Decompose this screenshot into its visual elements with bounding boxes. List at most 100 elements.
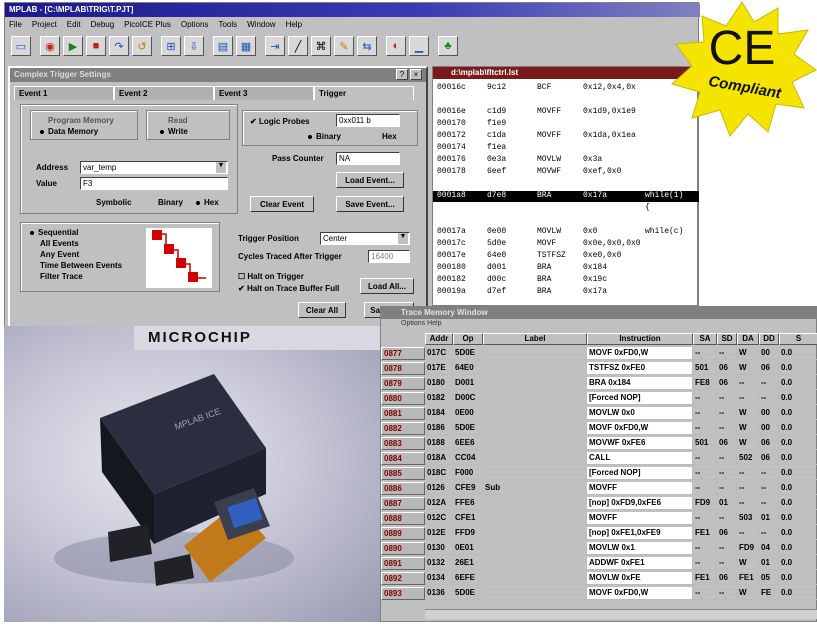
menu-window[interactable]: Window — [247, 20, 275, 30]
table-row[interactable]: 0877 017C 5D0E MOVF 0xFD0,W -- -- W 00 0.0 — [381, 347, 817, 360]
trace-title[interactable]: Trace Memory Window — [381, 307, 817, 319]
halt-icon[interactable]: ■ — [86, 36, 106, 56]
table-row[interactable]: 0890 0130 0E01 MOVLW 0x1 -- -- FD9 04 0.0 — [381, 542, 817, 555]
hex-radio[interactable]: Hex — [196, 198, 219, 207]
pass-counter-input[interactable]: NA — [336, 152, 400, 165]
menu-help[interactable]: Help — [286, 20, 302, 30]
trigger-icon[interactable]: ⇆ — [357, 36, 377, 56]
disassembly-row[interactable]: 00016e c1d9 MOVFF 0x1d9,0x1e9 — [433, 107, 699, 118]
time-between-events-radio[interactable]: Time Between Events — [40, 261, 122, 270]
new-file-icon[interactable]: ▭ — [11, 36, 31, 56]
table-row[interactable]: 0879 0180 D001 BRA 0x184 FE8 06 -- -- 0.0 — [381, 377, 817, 390]
disassembly-row[interactable] — [433, 179, 699, 190]
write-radio[interactable]: Write — [160, 127, 188, 136]
col-header-addr[interactable]: Addr — [425, 333, 453, 345]
col-header-da[interactable]: DA — [737, 333, 759, 345]
menu-debug[interactable]: Debug — [91, 20, 115, 30]
disassembly-row[interactable] — [433, 215, 699, 226]
col-header-op[interactable]: Op — [453, 333, 483, 345]
table-row[interactable]: 0891 0132 26E1 ADDWF 0xFE1 -- -- W 01 0.0 — [381, 557, 817, 570]
col-header-sa[interactable]: SA — [693, 333, 717, 345]
table-row[interactable]: 0884 018A CC04 CALL -- -- 502 06 0.0 — [381, 452, 817, 465]
tab-event-2[interactable]: Event 2 — [114, 86, 214, 100]
value-input[interactable]: F3 — [80, 177, 228, 190]
disassembly-row[interactable]: 000172 c1da MOVFF 0x1da,0x1ea — [433, 131, 699, 142]
watch-icon[interactable]: ▦ — [236, 36, 256, 56]
disassembly-row[interactable]: 00017e 64e0 TSTFSZ 0xe0,0x0 — [433, 251, 699, 262]
disassembly-row[interactable]: 0001a8 d7e8 BRA 0x17a while(1) — [433, 191, 699, 202]
read-radio[interactable]: Read — [168, 116, 188, 125]
disassembly-row[interactable]: 000170 f1e9 — [433, 119, 699, 130]
disassembly-row[interactable]: { — [433, 203, 699, 214]
reset-icon[interactable]: ↺ — [132, 36, 152, 56]
clear-event-button-1[interactable]: Clear Event — [250, 196, 314, 212]
menu-project[interactable]: Project — [32, 20, 57, 30]
program-icon[interactable]: ⊞ — [161, 36, 181, 56]
menu-options[interactable]: Options — [181, 20, 209, 30]
step-icon[interactable]: ↷ — [109, 36, 129, 56]
disassembly-row[interactable]: 000174 f1ea — [433, 143, 699, 154]
col-header-instruction[interactable]: Instruction — [587, 333, 693, 345]
build-icon[interactable]: ◉ — [40, 36, 60, 56]
disassembly-row[interactable]: 00019a d7ef BRA 0x17a — [433, 287, 699, 298]
disassembly-row[interactable]: 000176 0e3a MOVLW 0x3a — [433, 155, 699, 166]
color-icon[interactable]: ◐ — [386, 36, 406, 56]
load-all-button[interactable]: Load All... — [360, 278, 414, 294]
menu-pico[interactable]: PicoICE Plus — [124, 20, 171, 30]
breakpoint-icon[interactable]: ⇥ — [265, 36, 285, 56]
horizontal-scrollbar[interactable] — [425, 609, 817, 619]
table-row[interactable]: 0880 0182 D00C [Forced NOP] -- -- -- -- 0.0 — [381, 392, 817, 405]
save-event-button[interactable]: Save Event... — [336, 196, 404, 212]
col-header-label[interactable]: Label — [483, 333, 587, 345]
disassembly-row[interactable]: 000182 d00c BRA 0x19c — [433, 275, 699, 286]
all-events-radio[interactable]: All Events — [40, 239, 79, 248]
disassembly-row[interactable] — [433, 95, 699, 106]
table-row[interactable]: 0887 012A FFE6 [nop] 0xFD9,0xFE6 FD9 01 -- -- 0.… — [381, 497, 817, 510]
help-icon[interactable]: ♣ — [438, 36, 458, 56]
col-header-dd[interactable]: DD — [759, 333, 779, 345]
trace-menu[interactable]: Options Help — [381, 320, 817, 330]
any-event-radio[interactable]: Any Event — [40, 250, 79, 259]
table-row[interactable]: 0893 0136 5D0E MOVF 0xFD0,W -- -- W FE 0.0 — [381, 587, 817, 600]
sequential-radio[interactable]: Sequential — [30, 228, 78, 237]
table-row[interactable]: 0883 0188 6EE6 MOVWF 0xFE6 501 06 W 06 0.0 — [381, 437, 817, 450]
trigger-dialog-title[interactable]: Complex Trigger Settings — [10, 68, 426, 82]
window-icon[interactable]: ▤ — [213, 36, 233, 56]
logic-probes-input[interactable]: 0xx011 b — [336, 114, 400, 127]
pencil-icon[interactable]: ✎ — [334, 36, 354, 56]
menu-tools[interactable]: Tools — [218, 20, 237, 30]
trigger-position-select[interactable]: Center ▼ — [320, 232, 410, 245]
help-button[interactable]: ? — [396, 69, 408, 80]
disassembly-row[interactable]: 000180 d001 BRA 0x184 — [433, 263, 699, 274]
tab-event-1[interactable]: Event 1 — [14, 86, 114, 100]
table-row[interactable]: 0885 018C F000 [Forced NOP] -- -- -- -- 0.0 — [381, 467, 817, 480]
table-row[interactable]: 0892 0134 6EFE MOVLW 0xFE FE1 06 FE1 05 0.0 — [381, 572, 817, 585]
stack-icon[interactable]: ▁ — [409, 36, 429, 56]
run-icon[interactable]: ▶ — [63, 36, 83, 56]
logic-probes-checkbox[interactable]: ✔ Logic Probes — [250, 117, 310, 126]
menu-edit[interactable]: Edit — [67, 20, 81, 30]
trace-icon[interactable]: ⌘ — [311, 36, 331, 56]
load-event-button[interactable]: Load Event... — [336, 172, 404, 188]
halt-on-trigger-checkbox[interactable]: ☐ Halt on Trigger — [238, 272, 304, 281]
disassembly-row[interactable]: 000178 6eef MOVWF 0xef,0x0 — [433, 167, 699, 178]
menu-file[interactable]: File — [9, 20, 22, 30]
disassembly-row[interactable]: 00016c 9c12 BCF 0x12,0x4,0x — [433, 83, 699, 94]
close-icon[interactable]: × — [410, 69, 422, 80]
data-memory-radio[interactable]: Data Memory — [40, 127, 98, 136]
disassembly-title[interactable]: d:\mplab\fltctrl.lst — [433, 67, 699, 79]
ide-title-bar[interactable]: MPLAB - [C:\MPLAB\TRIG\T.PJT] — [5, 3, 700, 17]
tab-event-3[interactable]: Event 3 — [214, 86, 314, 100]
disassembly-row[interactable]: 00017a 0e00 MOVLW 0x0 while(c) — [433, 227, 699, 238]
table-row[interactable]: 0878 017E 64E0 TSTFSZ 0xFE0 501 06 W 06 0.0 — [381, 362, 817, 375]
table-row[interactable]: 0889 012E FFD9 [nop] 0xFE1,0xFE9 FE1 06 -- -- 0.… — [381, 527, 817, 540]
col-header-sd[interactable]: SD — [717, 333, 737, 345]
disassembly-row[interactable]: 00017c 5d0e MOVF 0x0e,0x0,0x0 — [433, 239, 699, 250]
program-memory-radio[interactable]: Program Memory — [48, 116, 114, 125]
filter-trace-radio[interactable]: Filter Trace — [40, 272, 83, 281]
table-row[interactable]: 0888 012C CFE1 MOVFF -- -- 503 01 0.0 — [381, 512, 817, 525]
col-header-s[interactable]: S — [779, 333, 817, 345]
table-row[interactable]: 0886 0126 CFE9 Sub MOVFF -- -- -- -- 0.0 — [381, 482, 817, 495]
symbolic-radio[interactable]: Symbolic — [96, 198, 132, 207]
table-row[interactable]: 0881 0184 0E00 MOVLW 0x0 -- -- W 00 0.0 — [381, 407, 817, 420]
